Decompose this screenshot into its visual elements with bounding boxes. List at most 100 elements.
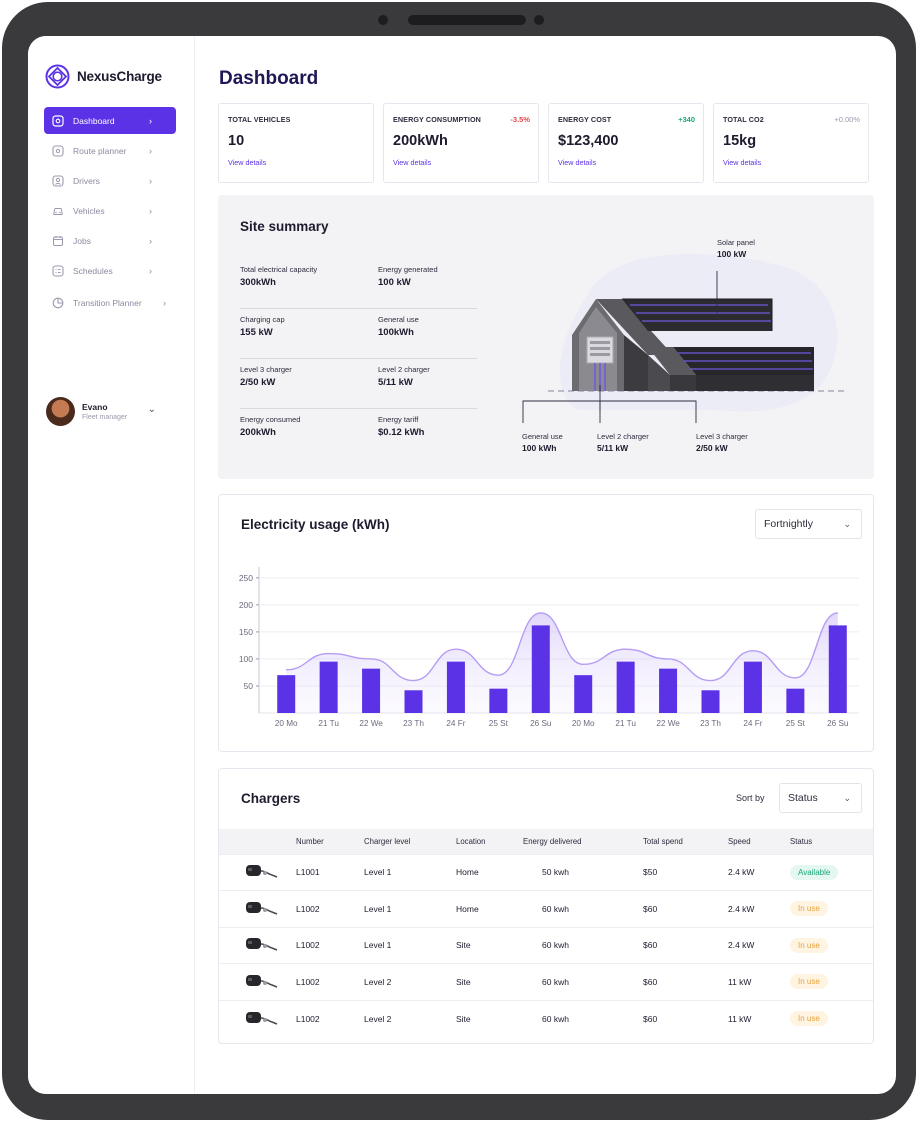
nexuscharge-logo-icon	[45, 64, 70, 89]
charger-number: L1002	[296, 999, 364, 1037]
column-header[interactable]: Number	[296, 829, 364, 854]
driver-icon	[52, 174, 64, 187]
column-header[interactable]: Total spend	[643, 829, 728, 854]
table-row[interactable]: L1002 Level 1 Home 60 kwh $60 2.4 kW In use	[219, 890, 873, 927]
sidebar-item-label: Jobs	[73, 235, 91, 246]
charger-plug-icon	[219, 853, 296, 891]
user-menu[interactable]: Evano Fleet manager ⌄	[46, 397, 156, 426]
usage-bar-chart: 50 100 150 200 250 20 Mo 21 Tu 22 We 23 Th 24 Fr 2…	[239, 567, 859, 728]
x-tick-label: 26 Su	[530, 719, 552, 728]
chevron-down-icon: ⌄	[147, 404, 156, 415]
view-details-link[interactable]: View details	[228, 158, 364, 167]
column-header[interactable]: Charger level	[364, 829, 456, 854]
table-row[interactable]: L1002 Level 2 Site 60 kwh $60 11 kW In use	[219, 963, 873, 1000]
charger-level: Level 1	[364, 890, 456, 927]
stat-card-energy-consumption: ENERGY CONSUMPTION -3.5% 200kWh View det…	[383, 103, 539, 183]
solar-panel-label: Solar panel 100 kW	[717, 238, 755, 259]
planner-icon	[52, 297, 64, 309]
logo[interactable]: NexusCharge	[45, 64, 162, 89]
site-metric-value: 200kWh	[240, 427, 276, 438]
chevron-down-icon: ⌄	[843, 792, 851, 803]
level-3-charger-label: Level 3 charger 2/50 kW	[696, 432, 748, 453]
user-name: Evano	[82, 402, 108, 412]
status-badge: Available	[790, 864, 839, 880]
x-tick-label: 23 Th	[403, 719, 424, 728]
sort-select[interactable]: Status ⌄	[779, 783, 862, 813]
charger-energy: 60 kwh	[523, 926, 643, 964]
bar	[404, 690, 423, 713]
charger-plug-icon	[219, 926, 296, 964]
app-name: NexusCharge	[77, 69, 162, 84]
sidebar-item-jobs[interactable]: Jobs ›	[44, 227, 176, 254]
page-title: Dashboard	[219, 68, 319, 89]
view-details-link[interactable]: View details	[558, 158, 694, 167]
table-row[interactable]: L1002 Level 1 Site 60 kwh $60 2.4 kW In use	[219, 926, 873, 964]
view-details-link[interactable]: View details	[393, 158, 529, 167]
charger-plug-icon	[219, 890, 296, 927]
sidebar-item-dashboard[interactable]: Dashboard ›	[44, 107, 176, 134]
y-tick-label: 100	[239, 654, 253, 664]
bar	[574, 675, 593, 713]
chevron-down-icon: ⌄	[843, 518, 851, 529]
charger-speed: 2.4 kW	[728, 890, 790, 927]
main-content: Dashboard TOTAL VEHICLES 10 View details…	[195, 36, 896, 1094]
charger-spend: $60	[643, 890, 728, 927]
site-metric-value: $0.12 kWh	[378, 427, 425, 438]
sidebar-item-drivers[interactable]: Drivers ›	[44, 167, 176, 194]
bar	[362, 668, 381, 713]
sidebar-item-schedules[interactable]: Schedules ›	[44, 257, 176, 284]
sidebar-item-route-planner[interactable]: Route planner ›	[44, 137, 176, 164]
column-header[interactable]: Speed	[728, 829, 790, 854]
bar	[319, 661, 338, 713]
charger-location: Home	[456, 890, 523, 927]
stat-label: ENERGY CONSUMPTION	[393, 115, 481, 124]
site-summary-row: Charging cap 155 kW General use 100kWh	[240, 309, 477, 359]
column-header[interactable]: Energy delivered	[523, 829, 643, 854]
charger-level: Level 1	[364, 853, 456, 891]
sidebar-item-label: Vehicles	[73, 205, 105, 216]
site-summary-row: Total electrical capacity 300kWh Energy g…	[240, 259, 477, 309]
bar	[786, 688, 805, 713]
table-row[interactable]: L1001 Level 1 Home 50 kwh $50 2.4 kW Available	[219, 853, 873, 891]
chevron-right-icon: ›	[149, 145, 152, 156]
charger-speed: 2.4 kW	[728, 926, 790, 964]
sidebar-item-label: Dashboard	[73, 115, 115, 126]
y-tick-label: 150	[239, 627, 253, 637]
house-solar-illustration	[522, 253, 848, 423]
bar	[701, 690, 720, 713]
diagram-label: Level 2 charger	[597, 432, 649, 441]
level-2-charger-label: Level 2 charger 5/11 kW	[597, 432, 649, 453]
charger-energy: 60 kwh	[523, 999, 643, 1037]
column-header[interactable]: Status	[790, 829, 873, 854]
charger-number: L1002	[296, 963, 364, 1000]
stat-card-total-co2: TOTAL CO2 +0.00% 15kg View details	[713, 103, 869, 183]
y-tick-label: 200	[239, 600, 253, 610]
bar	[446, 661, 465, 713]
charger-plug-icon	[219, 963, 296, 1000]
sidebar-item-vehicles[interactable]: Vehicles ›	[44, 197, 176, 224]
column-header[interactable]: Location	[456, 829, 523, 854]
chevron-right-icon: ›	[163, 297, 166, 308]
bar	[277, 675, 296, 713]
site-metric-label: Total electrical capacity	[240, 265, 318, 274]
site-summary-grid: Total electrical capacity 300kWh Energy g…	[240, 259, 477, 459]
view-details-link[interactable]: View details	[723, 158, 859, 167]
site-summary-title: Site summary	[240, 219, 329, 234]
stat-delta: +340	[678, 115, 695, 124]
bar	[531, 625, 550, 713]
site-metric-value: 100kWh	[378, 327, 414, 338]
charger-level: Level 1	[364, 926, 456, 964]
stat-value: 10	[228, 133, 245, 149]
sidebar-item-transition-planner[interactable]: Transition Planner ›	[44, 289, 176, 316]
site-summary-card: Site summary Total electrical capacity 30…	[218, 195, 874, 479]
charger-spend: $60	[643, 999, 728, 1037]
table-row[interactable]: L1002 Level 2 Site 60 kwh $60 11 kW In use	[219, 999, 873, 1037]
period-select[interactable]: Fortnightly ⌄	[755, 509, 862, 539]
site-diagram: Solar panel 100 kW General use 100 kWh Lev…	[518, 225, 858, 465]
site-summary-row: Energy consumed 200kWh Energy tariff $0.12…	[240, 409, 477, 459]
chevron-right-icon: ›	[149, 175, 152, 186]
status-badge: In use	[790, 937, 828, 953]
dashboard-icon	[52, 114, 64, 127]
charger-speed: 11 kW	[728, 963, 790, 1000]
site-metric-value: 155 kW	[240, 327, 273, 338]
